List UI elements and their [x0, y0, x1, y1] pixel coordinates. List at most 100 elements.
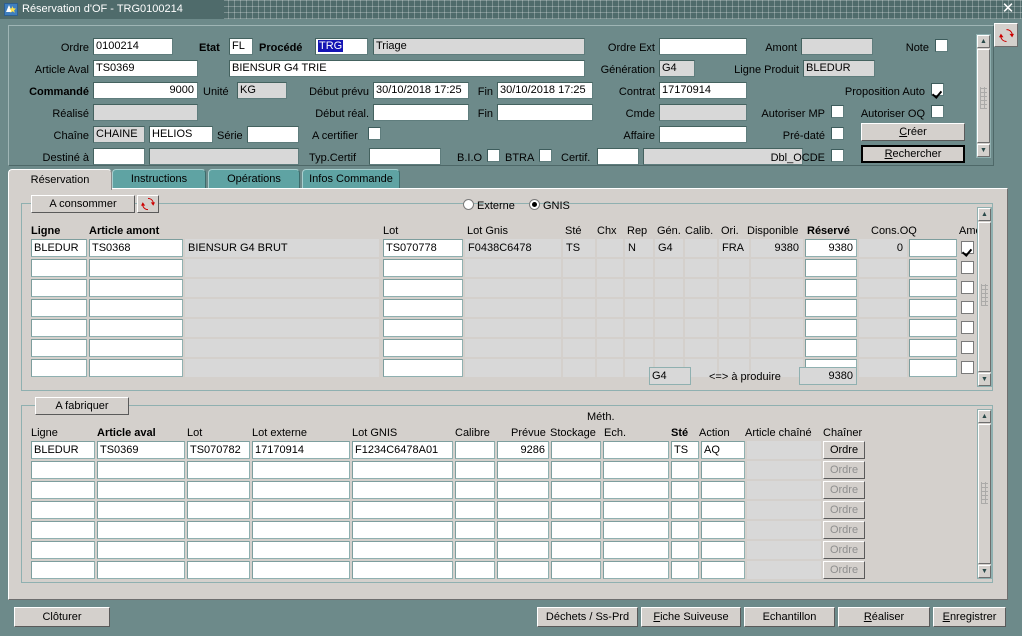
- fabricate-cell-stockage[interactable]: [551, 501, 601, 519]
- fabricate-cell-lot_externe[interactable]: 17170914: [252, 441, 350, 459]
- fabricate-cell-lot_gnis[interactable]: [352, 541, 453, 559]
- fabricate-cell-action[interactable]: [701, 541, 745, 559]
- fabricate-cell-ligne[interactable]: [31, 461, 95, 479]
- fabricate-cell-article_aval[interactable]: [97, 481, 185, 499]
- fabricate-cell-lot_gnis[interactable]: [352, 521, 453, 539]
- consume-cell-article_amont[interactable]: [89, 319, 183, 337]
- consume-cell-ligne[interactable]: [31, 279, 87, 297]
- consume-cell-lot[interactable]: [383, 279, 463, 297]
- consume-cell-reserve[interactable]: [805, 319, 857, 337]
- fin-reel-field[interactable]: [497, 104, 593, 121]
- fabricate-cell-lot_externe[interactable]: [252, 461, 350, 479]
- consume-cell-extra[interactable]: [909, 359, 957, 377]
- fabricate-cell-article_aval[interactable]: [97, 561, 185, 579]
- consume-scroll-up-icon[interactable]: ▲: [978, 208, 991, 221]
- autoriser-mp-checkbox[interactable]: [831, 105, 844, 118]
- fabricate-cell-ech[interactable]: [603, 521, 669, 539]
- fabricate-cell-article_aval[interactable]: [97, 541, 185, 559]
- consume-cell-ligne[interactable]: [31, 319, 87, 337]
- typ-certif-field[interactable]: [369, 148, 441, 165]
- ordre-field[interactable]: 0100214: [93, 38, 173, 55]
- consume-refresh-button[interactable]: [137, 195, 159, 213]
- consume-cell-article_amont[interactable]: [89, 299, 183, 317]
- fabricate-cell-lot[interactable]: [187, 481, 250, 499]
- autoriser-oq-checkbox[interactable]: [931, 105, 944, 118]
- externe-radio[interactable]: [463, 199, 474, 210]
- consume-cell-article_amont[interactable]: [89, 259, 183, 277]
- consume-cell-extra[interactable]: [909, 339, 957, 357]
- fabricate-cell-lot_externe[interactable]: [252, 501, 350, 519]
- consume-scroll-down-icon[interactable]: ▼: [978, 373, 991, 386]
- consume-cell-article_amont[interactable]: [89, 359, 183, 377]
- fabricate-cell-action[interactable]: AQ: [701, 441, 745, 459]
- proposition-auto-checkbox[interactable]: [931, 83, 944, 96]
- fabricate-cell-stockage[interactable]: [551, 461, 601, 479]
- consume-cell-lot[interactable]: [383, 359, 463, 377]
- consume-cell-extra[interactable]: [909, 319, 957, 337]
- fabricate-cell-stockage[interactable]: [551, 481, 601, 499]
- fabricate-cell-ste[interactable]: [671, 481, 699, 499]
- article-aval-field[interactable]: TS0369: [93, 60, 198, 77]
- fabricate-cell-ech[interactable]: [603, 481, 669, 499]
- bio-checkbox[interactable]: [487, 149, 500, 162]
- fabricate-cell-stockage[interactable]: [551, 441, 601, 459]
- fabricate-cell-lot_gnis[interactable]: [352, 461, 453, 479]
- fabricate-cell-lot[interactable]: [187, 461, 250, 479]
- consume-cell-ligne[interactable]: [31, 299, 87, 317]
- ordre-ext-field[interactable]: [659, 38, 747, 55]
- note-checkbox[interactable]: [935, 39, 948, 52]
- btra-checkbox[interactable]: [539, 149, 552, 162]
- header-scroll-down-icon[interactable]: ▼: [977, 144, 990, 157]
- fabricate-cell-action[interactable]: [701, 521, 745, 539]
- fabricate-cell-ligne[interactable]: [31, 521, 95, 539]
- commande-field[interactable]: 9000: [93, 82, 198, 99]
- fabricate-cell-lot_gnis[interactable]: F1234C6478A01: [352, 441, 453, 459]
- fabricate-cell-calibre[interactable]: [455, 481, 495, 499]
- consume-cell-amont-checkbox[interactable]: [961, 261, 974, 274]
- enregistrer-button[interactable]: Enregistrer: [933, 607, 1006, 627]
- fabricate-cell-lot[interactable]: [187, 541, 250, 559]
- fabricate-cell-ech[interactable]: [603, 501, 669, 519]
- contrat-field[interactable]: 17170914: [659, 82, 747, 99]
- fabricate-cell-stockage[interactable]: [551, 561, 601, 579]
- consume-cell-extra[interactable]: [909, 279, 957, 297]
- fabricate-cell-ste[interactable]: [671, 521, 699, 539]
- consume-cell-lot[interactable]: [383, 319, 463, 337]
- realiser-button[interactable]: Réaliser: [838, 607, 930, 627]
- fabricate-cell-ste[interactable]: [671, 561, 699, 579]
- consume-cell-amont-checkbox[interactable]: [961, 281, 974, 294]
- consume-cell-lot[interactable]: [383, 299, 463, 317]
- fabricate-cell-lot[interactable]: [187, 501, 250, 519]
- fabricate-cell-ste[interactable]: [671, 461, 699, 479]
- fabricate-cell-lot[interactable]: [187, 521, 250, 539]
- consume-cell-extra[interactable]: [909, 239, 957, 257]
- destine-a-field[interactable]: [93, 148, 145, 165]
- consume-cell-ligne[interactable]: [31, 359, 87, 377]
- fabricate-cell-chainer-button[interactable]: Ordre: [823, 441, 865, 459]
- certif-field[interactable]: [597, 148, 639, 165]
- fabricate-cell-action[interactable]: [701, 481, 745, 499]
- etat-field[interactable]: FL: [229, 38, 253, 55]
- consume-cell-reserve[interactable]: [805, 279, 857, 297]
- fabricate-cell-calibre[interactable]: [455, 561, 495, 579]
- fabricate-cell-lot_externe[interactable]: [252, 481, 350, 499]
- fabricate-cell-prevue[interactable]: [497, 481, 549, 499]
- debut-prevu-field[interactable]: 30/10/2018 17:25: [373, 82, 469, 99]
- chaine-name-field[interactable]: HELIOS: [149, 126, 213, 143]
- consume-cell-extra[interactable]: [909, 299, 957, 317]
- fabricate-cell-action[interactable]: [701, 461, 745, 479]
- fabricate-cell-lot_externe[interactable]: [252, 561, 350, 579]
- fin-prevu-field[interactable]: 30/10/2018 17:25: [497, 82, 593, 99]
- fabricate-cell-ligne[interactable]: [31, 501, 95, 519]
- fabricate-cell-lot_gnis[interactable]: [352, 481, 453, 499]
- fabricate-cell-prevue[interactable]: 9286: [497, 441, 549, 459]
- debut-reel-field[interactable]: [373, 104, 469, 121]
- fabricate-cell-ligne[interactable]: [31, 541, 95, 559]
- fabricate-cell-lot_gnis[interactable]: [352, 561, 453, 579]
- consume-cell-amont-checkbox[interactable]: [961, 341, 974, 354]
- consume-cell-reserve[interactable]: [805, 259, 857, 277]
- consume-cell-reserve[interactable]: [805, 299, 857, 317]
- rechercher-button[interactable]: Rechercher: [861, 145, 965, 163]
- fabricate-cell-calibre[interactable]: [455, 521, 495, 539]
- consume-cell-extra[interactable]: [909, 259, 957, 277]
